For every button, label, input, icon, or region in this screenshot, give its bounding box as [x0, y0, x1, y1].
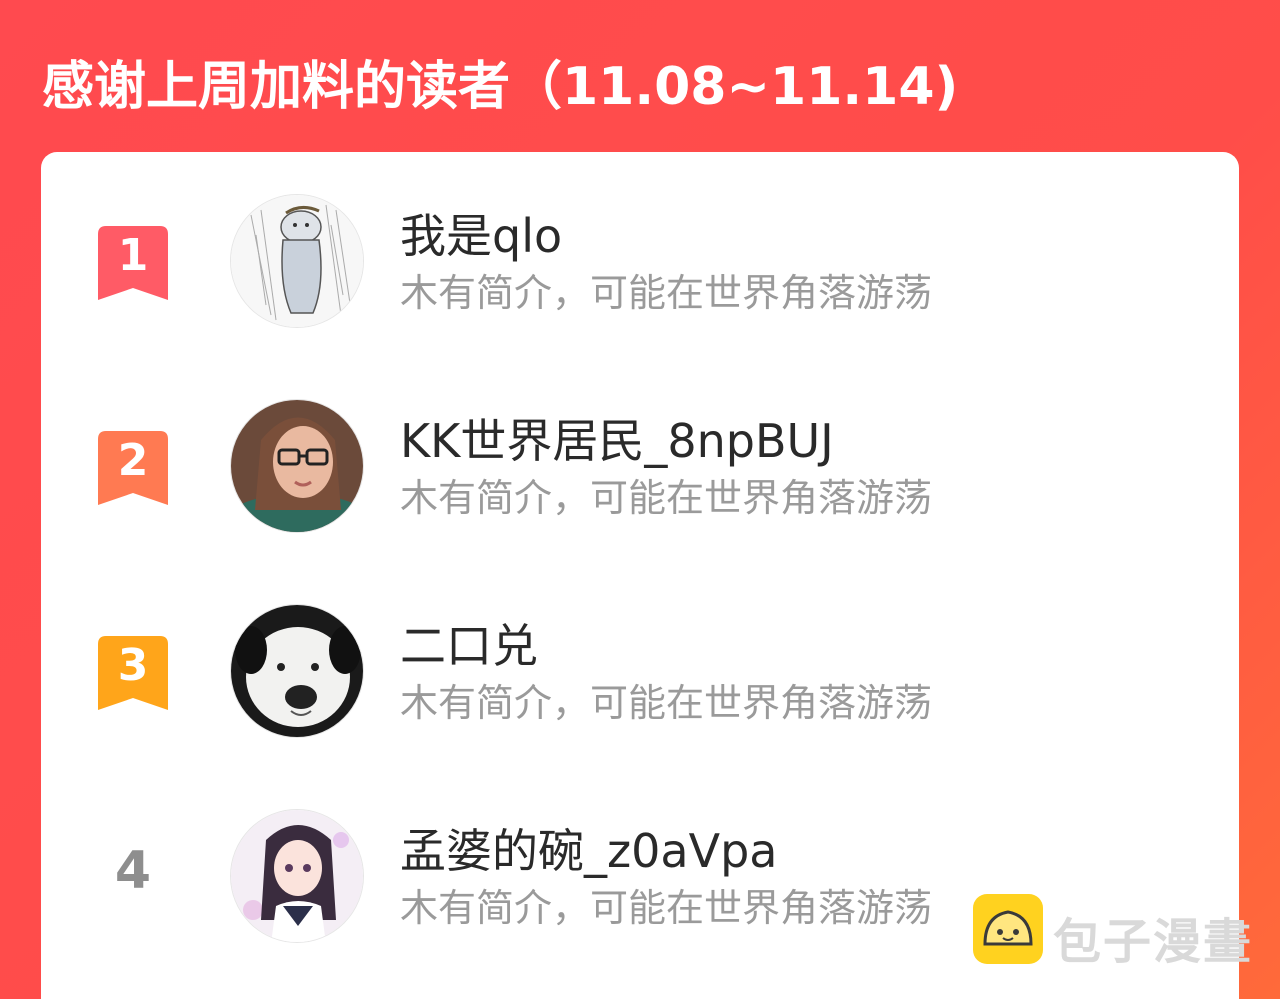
reader-bio: 木有简介，可能在世界角落游荡	[400, 886, 933, 930]
reader-bio: 木有简介，可能在世界角落游荡	[400, 476, 933, 520]
rank-badge-2: 2	[98, 431, 168, 505]
avatar[interactable]	[230, 604, 364, 738]
reader-row[interactable]: 1 我是qlo 木有简介，可能在世界角落游荡	[41, 190, 1239, 330]
rank-number: 4	[114, 841, 152, 901]
rank-number: 2	[118, 435, 149, 486]
rank-badge-3: 3	[98, 636, 168, 710]
reader-name[interactable]: 孟婆的碗_z0aVpa	[400, 815, 777, 881]
sketch-character-avatar-icon	[231, 195, 363, 327]
reader-row[interactable]: 3 二口兑 木有简介，可能在世界角落游荡	[41, 600, 1239, 740]
page: 感谢上周加料的读者（11.08~11.14) 1 我是qlo 木有简介，可能在世…	[0, 0, 1280, 999]
avatar[interactable]	[230, 194, 364, 328]
avatar[interactable]	[230, 809, 364, 943]
reader-name[interactable]: 我是qlo	[400, 200, 562, 266]
reader-row[interactable]: 2 KK世界居民_8npBUJ 木有简介，可能在世界角落游荡	[41, 395, 1239, 535]
rank-badge-1: 1	[98, 226, 168, 300]
avatar[interactable]	[230, 399, 364, 533]
reader-name[interactable]: 二口兑	[400, 610, 538, 676]
watermark: 包子漫畫	[973, 894, 1273, 970]
rank-number: 1	[118, 230, 149, 281]
white-dog-avatar-icon	[231, 605, 363, 737]
reader-bio: 木有简介，可能在世界角落游荡	[400, 681, 933, 725]
baozi-logo-icon	[973, 894, 1043, 964]
rank-number: 3	[118, 640, 149, 691]
page-title: 感谢上周加料的读者（11.08~11.14)	[42, 57, 959, 117]
reader-list-card: 1 我是qlo 木有简介，可能在世界角落游荡 2 KK世界居民_8npBUJ 木…	[41, 152, 1239, 999]
woman-with-glasses-avatar-icon	[231, 400, 363, 532]
reader-bio: 木有简介，可能在世界角落游荡	[400, 271, 933, 315]
reader-name[interactable]: KK世界居民_8npBUJ	[400, 405, 834, 471]
watermark-text: 包子漫畫	[1053, 914, 1254, 970]
anime-girl-avatar-icon	[231, 810, 363, 942]
